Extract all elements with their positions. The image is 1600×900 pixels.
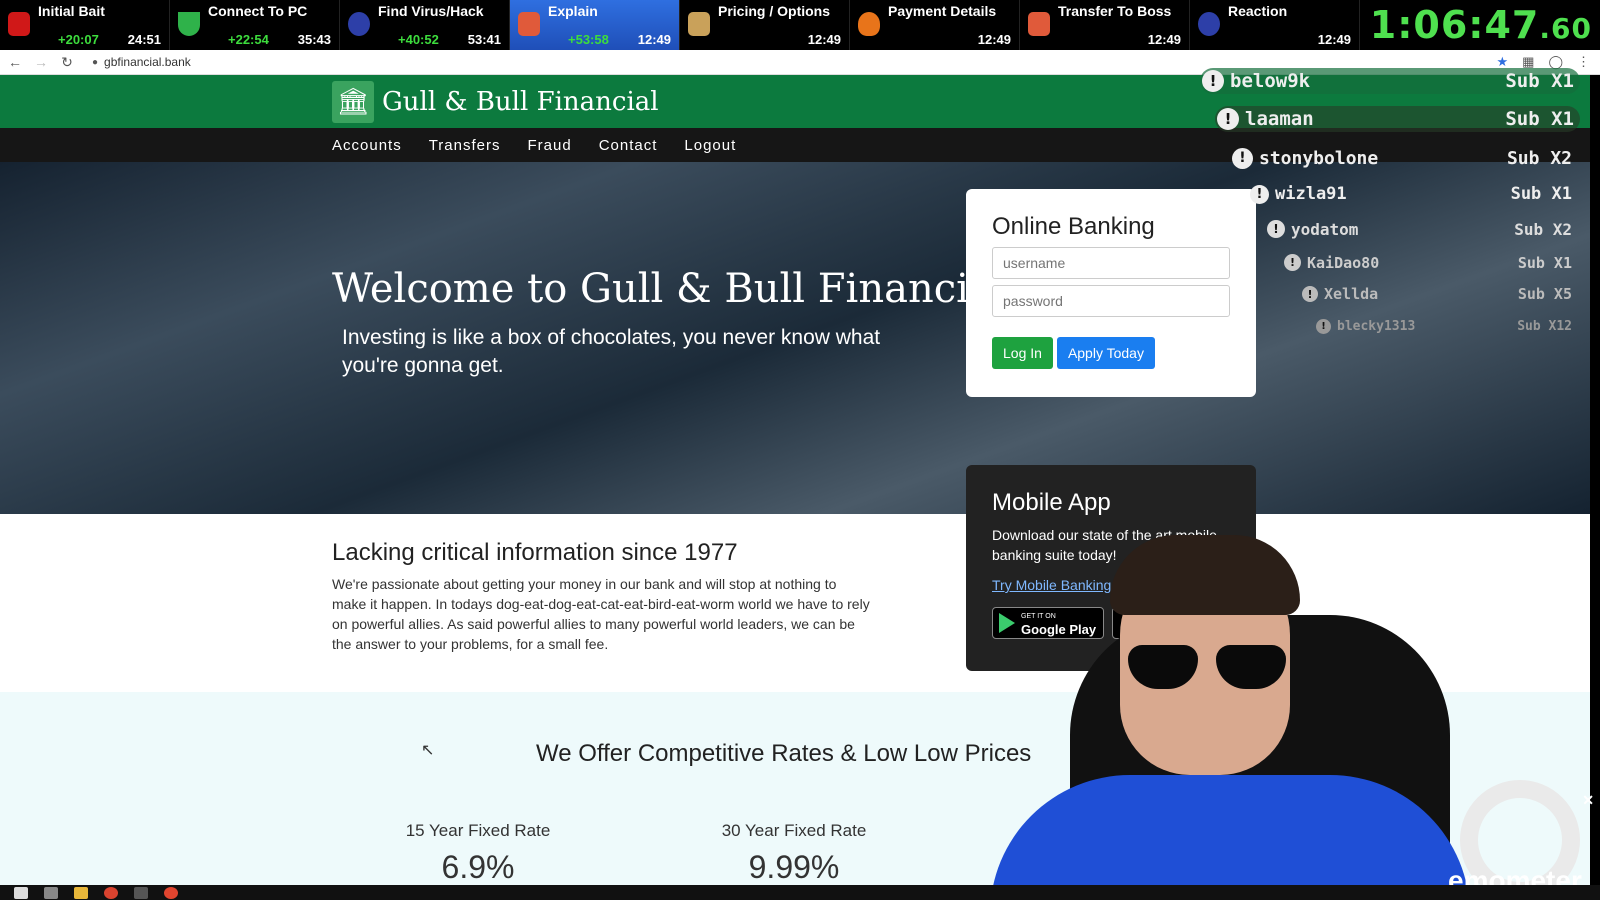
split-time: 35:43 — [297, 32, 331, 47]
rates-title: We Offer Competitive Rates & Low Low Pri… — [536, 740, 1032, 767]
rate-label: 15 Year Fixed Rate — [405, 821, 551, 840]
split-name: Payment Details — [888, 3, 997, 19]
main-nav: Accounts Transfers Fraud Contact Logout — [0, 128, 1590, 162]
bank-building-icon[interactable]: 🏛 — [332, 80, 374, 123]
split-payment-details: Payment Details 12:49 — [850, 0, 1020, 50]
splits-bar: Initial Bait +20:07 24:51 Connect To PC … — [0, 0, 1600, 50]
split-time: 12:49 — [1147, 32, 1181, 47]
rate-value: 6.9% — [441, 849, 515, 885]
online-banking-card: Online Banking Log In Apply Today — [966, 189, 1256, 397]
split-name: Find Virus/Hack — [378, 3, 484, 19]
timer-main: 1:06:47 — [1369, 3, 1540, 47]
money-hand-icon — [688, 12, 710, 36]
screen: Initial Bait +20:07 24:51 Connect To PC … — [0, 0, 1600, 900]
split-name: Reaction — [1228, 3, 1288, 19]
mouse-cursor-icon: ↖ — [421, 742, 435, 759]
wallet-icon — [518, 12, 540, 36]
split-pricing: Pricing / Options 12:49 — [680, 0, 850, 50]
login-title: Online Banking — [992, 213, 1155, 240]
split-time: 24:51 — [127, 32, 161, 47]
split-time: 12:49 — [807, 32, 841, 47]
apply-today-button[interactable]: Apply Today — [1056, 337, 1155, 369]
fire-icon — [858, 12, 880, 36]
blue-shirt — [990, 775, 1470, 900]
phone-icon — [8, 12, 30, 36]
rate-label: 30 Year Fixed Rate — [721, 821, 867, 840]
split-time: 12:49 — [1317, 32, 1351, 47]
menu-dots-icon[interactable]: ⋮ — [1577, 54, 1590, 70]
split-name: Pricing / Options — [718, 3, 831, 19]
browser-actions: ★ ▦ ◯ ⋮ — [1496, 54, 1600, 70]
site-header: 🏛 Gull & Bull Financial — [0, 75, 1590, 128]
virus-icon — [348, 12, 370, 36]
task-view-icon[interactable] — [44, 886, 58, 899]
split-name: Initial Bait — [38, 3, 105, 19]
profile-icon[interactable]: ◯ — [1548, 54, 1563, 70]
split-delta: +22:54 — [228, 32, 269, 47]
rate-value: 9.99% — [748, 849, 840, 885]
bookmark-star-icon[interactable]: ★ — [1496, 54, 1508, 70]
run-timer: 1:06:47.60 — [1370, 0, 1592, 50]
face-icon — [1198, 12, 1220, 36]
login-buttons: Log In Apply Today — [992, 337, 1230, 369]
split-find-virus: Find Virus/Hack +40:52 53:41 — [340, 0, 510, 50]
extension-icon[interactable]: ▦ — [1522, 54, 1534, 70]
split-explain: Explain +53:58 12:49 — [510, 0, 680, 50]
nav-contact[interactable]: Contact — [599, 137, 658, 154]
browser-toolbar: ← → ↻ ● gbfinancial.bank ★ ▦ ◯ ⋮ — [0, 50, 1600, 75]
split-time: 53:41 — [467, 32, 501, 47]
rate-15-year: 15 Year Fixed Rate 6.9% — [378, 821, 578, 885]
split-reaction: Reaction 12:49 — [1190, 0, 1360, 50]
close-icon[interactable]: ✕ — [1582, 792, 1594, 809]
split-delta: +53:58 — [568, 32, 609, 47]
taskbar — [0, 885, 1600, 900]
terminal-icon[interactable] — [134, 886, 148, 899]
split-delta: +40:52 — [398, 32, 439, 47]
lock-icon: ● — [92, 56, 99, 68]
windows-start-icon[interactable] — [14, 886, 28, 899]
nav-transfers[interactable]: Transfers — [429, 137, 501, 154]
hero-title: Welcome to Gull & Bull Financial — [332, 266, 1006, 312]
folder-icon[interactable] — [74, 886, 88, 899]
mobile-title: Mobile App — [992, 489, 1111, 516]
forward-icon[interactable]: → — [30, 54, 52, 70]
rate-30-year: 30 Year Fixed Rate 9.99% — [694, 821, 894, 885]
hero-subtitle: Investing is like a box of chocolates, y… — [342, 326, 881, 377]
shield-icon — [178, 12, 200, 36]
info-title: Lacking critical information since 1977 — [332, 539, 738, 566]
streamer-webcam — [990, 535, 1470, 900]
chrome-icon[interactable] — [104, 886, 118, 899]
split-transfer-to-boss: Transfer To Boss 12:49 — [1020, 0, 1190, 50]
brand-name[interactable]: Gull & Bull Financial — [382, 87, 659, 117]
nav-logout[interactable]: Logout — [684, 137, 736, 154]
split-name: Explain — [548, 3, 598, 19]
address-bar[interactable]: gbfinancial.bank — [104, 55, 191, 69]
obs-icon[interactable] — [164, 886, 178, 899]
split-initial-bait: Initial Bait +20:07 24:51 — [0, 0, 170, 50]
info-text: We're passionate about getting your mone… — [332, 576, 870, 652]
sunglasses-icon — [1128, 645, 1288, 689]
timer-fraction: .60 — [1539, 12, 1592, 45]
streamer-hair — [1110, 535, 1300, 615]
split-name: Connect To PC — [208, 3, 308, 19]
password-input[interactable] — [992, 285, 1230, 317]
split-name: Transfer To Boss — [1058, 3, 1172, 19]
split-time: 12:49 — [637, 32, 671, 47]
wallet-icon — [1028, 12, 1050, 36]
login-button[interactable]: Log In — [992, 337, 1053, 369]
reload-icon[interactable]: ↻ — [56, 54, 78, 71]
split-time: 12:49 — [977, 32, 1011, 47]
username-input[interactable] — [992, 247, 1230, 279]
back-icon[interactable]: ← — [4, 54, 26, 70]
nav-accounts[interactable]: Accounts — [332, 137, 402, 154]
split-delta: +20:07 — [58, 32, 99, 47]
hero-banner: Welcome to Gull & Bull Financial Investi… — [0, 162, 1590, 514]
split-connect-to-pc: Connect To PC +22:54 35:43 — [170, 0, 340, 50]
nav-fraud[interactable]: Fraud — [528, 137, 572, 154]
